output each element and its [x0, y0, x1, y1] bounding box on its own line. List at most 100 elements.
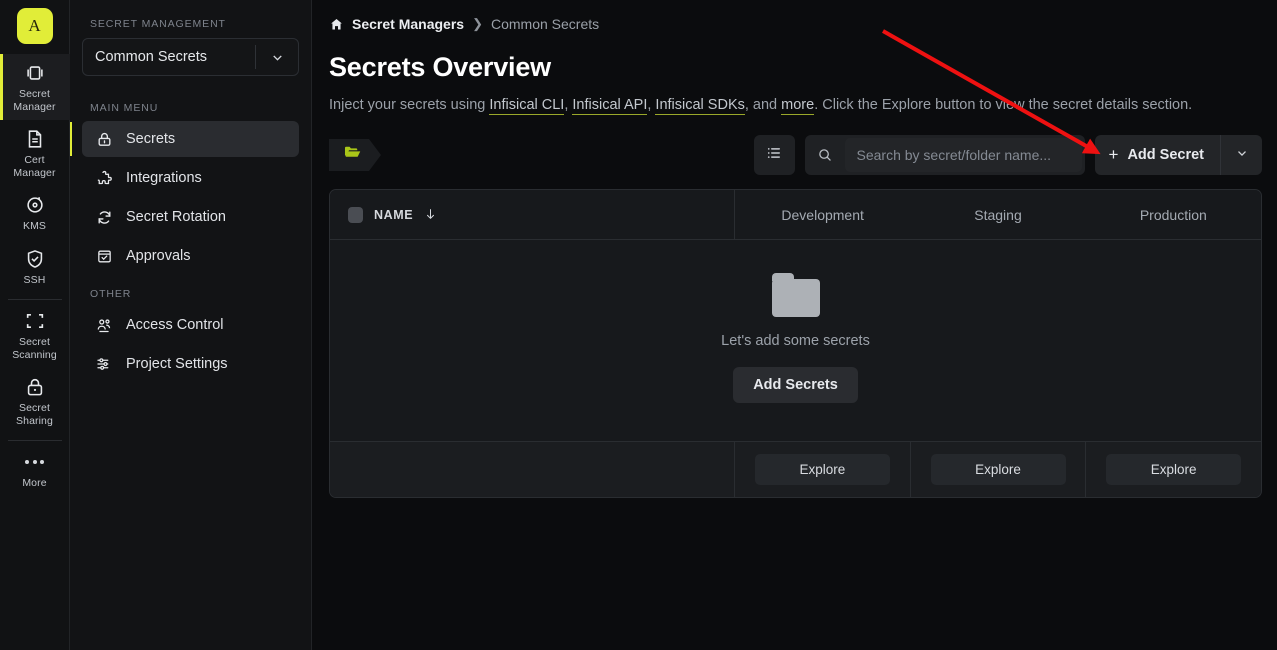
sidebar-item-secrets[interactable]: Secrets: [70, 121, 299, 157]
list-view-icon: [765, 144, 783, 167]
rotate-icon: [94, 209, 114, 226]
table-header-env-development[interactable]: Development: [735, 190, 910, 239]
table-header-env-staging[interactable]: Staging: [910, 190, 1085, 239]
table-header-row: NAME Development Staging Production: [330, 190, 1261, 240]
list-view-button[interactable]: [753, 135, 795, 175]
search-bar[interactable]: [804, 135, 1085, 175]
secret-sharing-lock-icon: [24, 376, 46, 398]
select-all-checkbox[interactable]: [348, 207, 363, 223]
sidebar-section-caption: SECRET MANAGEMENT: [90, 18, 226, 30]
sliders-icon: [94, 355, 114, 373]
rail-label-cert-manager: Cert Manager: [13, 154, 56, 179]
sort-arrow-icon[interactable]: [424, 207, 437, 224]
chevron-down-icon: [1235, 146, 1249, 165]
search-icon: [805, 147, 845, 163]
sidebar-item-label-secrets: Secrets: [126, 131, 176, 147]
org-logo[interactable]: A: [16, 8, 53, 44]
page-title: Secrets Overview: [329, 52, 551, 82]
rail-label-ssh: SSH: [23, 273, 46, 286]
chevron-down-icon[interactable]: [256, 50, 298, 65]
explore-button-development[interactable]: Explore: [754, 454, 890, 485]
folder-breadcrumb-chip[interactable]: [329, 139, 381, 171]
rail-item-ssh[interactable]: SSH: [0, 240, 70, 294]
puzzle-icon: [94, 170, 114, 187]
sidebar-item-label-access-control: Access Control: [126, 317, 224, 333]
kms-key-icon: [24, 194, 46, 216]
add-secrets-button[interactable]: Add Secrets: [733, 366, 858, 403]
secret-scanning-icon: [24, 310, 46, 332]
sidebar-item-label-integrations: Integrations: [126, 170, 202, 186]
add-secret-button[interactable]: + Add Secret: [1094, 135, 1220, 175]
product-rail: A Secret Manager Cert Manager KMS SSH Se…: [0, 0, 70, 650]
table-header-name-label: NAME: [374, 208, 414, 222]
explore-button-production[interactable]: Explore: [1106, 454, 1242, 485]
sidebar-item-project-settings[interactable]: Project Settings: [82, 346, 299, 382]
sidebar-item-label-secret-rotation: Secret Rotation: [126, 209, 226, 225]
main-content: Secret Managers ❯ Common Secrets Secrets…: [312, 0, 1277, 650]
cert-manager-icon: [24, 128, 46, 150]
rail-item-secret-scanning[interactable]: Secret Scanning: [0, 302, 70, 368]
secret-manager-icon: [24, 62, 46, 84]
rail-item-secret-manager[interactable]: Secret Manager: [0, 54, 70, 120]
rail-item-more[interactable]: More: [0, 443, 70, 497]
sidebar-item-approvals[interactable]: Approvals: [82, 238, 299, 274]
plus-icon: +: [1108, 145, 1119, 164]
search-input[interactable]: [844, 138, 1082, 172]
approvals-check-icon: [94, 248, 114, 265]
breadcrumb-separator: ❯: [472, 16, 483, 31]
table-empty-state: Let's add some secrets Add Secrets: [330, 240, 1261, 441]
table-footer-development-cell: Explore: [735, 442, 911, 497]
open-folder-icon: [343, 143, 362, 167]
link-infisical-cli[interactable]: Infisical CLI: [489, 97, 565, 115]
table-header-name-cell: NAME: [330, 190, 735, 240]
table-footer-staging-cell: Explore: [911, 442, 1087, 497]
breadcrumb-root[interactable]: Secret Managers: [352, 16, 464, 32]
empty-state-message: Let's add some secrets: [721, 332, 870, 349]
rail-item-kms[interactable]: KMS: [0, 186, 70, 240]
rail-label-secret-sharing: Secret Sharing: [16, 402, 53, 427]
project-selector[interactable]: Common Secrets: [82, 38, 299, 76]
project-sidebar: SECRET MANAGEMENT Common Secrets MAIN ME…: [70, 0, 312, 650]
users-icon: [94, 316, 114, 334]
app-root: A Secret Manager Cert Manager KMS SSH Se…: [0, 0, 1277, 650]
add-secret-group: + Add Secret: [1094, 135, 1262, 175]
sidebar-item-label-project-settings: Project Settings: [126, 356, 228, 372]
main-menu-caption: MAIN MENU: [90, 102, 159, 114]
link-infisical-api[interactable]: Infisical API: [572, 97, 648, 115]
page-subtitle: Inject your secrets using Infisical CLI,…: [329, 97, 1262, 115]
toolbar-right-group: + Add Secret: [753, 135, 1262, 175]
subtitle-and: , and: [744, 97, 782, 113]
link-more[interactable]: more: [781, 97, 815, 115]
breadcrumb: Secret Managers ❯ Common Secrets: [329, 14, 1262, 34]
add-secret-label: Add Secret: [1127, 147, 1204, 163]
rail-label-kms: KMS: [22, 220, 47, 232]
subtitle-pre: Inject your secrets using: [329, 97, 490, 113]
rail-item-cert-manager[interactable]: Cert Manager: [0, 120, 70, 186]
rail-divider-2: [7, 440, 62, 441]
sidebar-item-secret-rotation[interactable]: Secret Rotation: [82, 199, 299, 235]
secrets-toolbar: + Add Secret: [329, 135, 1262, 175]
explore-button-staging[interactable]: Explore: [930, 454, 1066, 485]
rail-item-secret-sharing[interactable]: Secret Sharing: [0, 368, 70, 434]
other-menu-caption: OTHER: [90, 288, 132, 300]
link-infisical-sdks[interactable]: Infisical SDKs: [655, 97, 745, 115]
breadcrumb-current[interactable]: Common Secrets: [491, 16, 599, 32]
table-footer-production-cell: Explore: [1086, 442, 1261, 497]
secrets-table: NAME Development Staging Production Let'…: [329, 189, 1262, 498]
rail-label-more: More: [22, 477, 47, 489]
more-dots-icon: [25, 451, 44, 473]
sidebar-item-integrations[interactable]: Integrations: [82, 160, 299, 196]
add-secret-dropdown-button[interactable]: [1220, 135, 1262, 175]
folder-icon: [771, 272, 820, 317]
rail-divider-1: [7, 299, 62, 300]
home-icon[interactable]: [329, 17, 344, 32]
rail-label-secret-scanning: Secret Scanning: [12, 336, 57, 361]
sidebar-item-access-control[interactable]: Access Control: [82, 307, 299, 343]
subtitle-post: . Click the Explore button to view the s…: [814, 97, 1193, 113]
table-footer-row: Explore Explore Explore: [330, 441, 1261, 497]
project-selector-value: Common Secrets: [95, 49, 208, 65]
sidebar-item-label-approvals: Approvals: [126, 248, 191, 264]
table-header-env-production[interactable]: Production: [1086, 190, 1261, 239]
lock-icon: [94, 131, 114, 148]
rail-label-secret-manager: Secret Manager: [13, 88, 56, 113]
